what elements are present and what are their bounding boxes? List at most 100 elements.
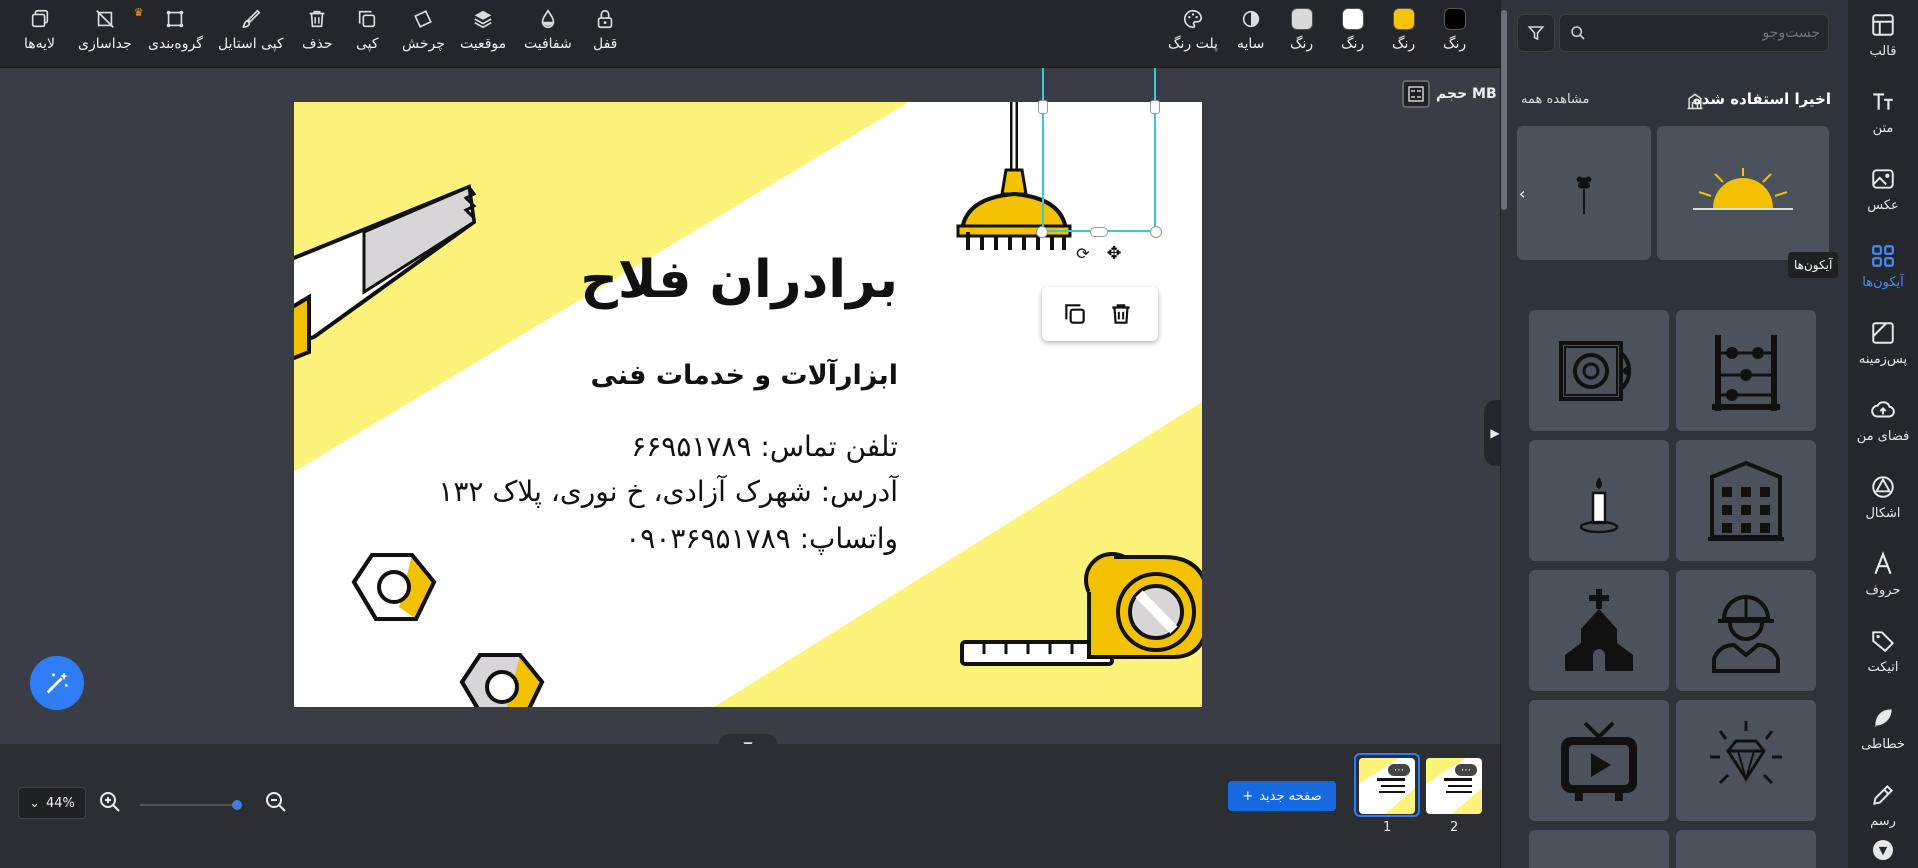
zoom-in-icon[interactable] [98, 790, 122, 814]
scroll-left-icon[interactable]: ‹ [1519, 184, 1525, 203]
rail-draw[interactable]: رسم [1848, 770, 1918, 840]
icon-tile-worker[interactable] [1676, 570, 1816, 691]
search-icon [1571, 26, 1585, 40]
icon-tile-church[interactable] [1529, 570, 1669, 691]
layers-button[interactable]: لایه‌ها [24, 8, 55, 60]
abacus-icon [1712, 334, 1780, 411]
icon-tile-tv[interactable] [1529, 700, 1669, 821]
context-toolbar [1042, 287, 1158, 341]
zoom-select[interactable]: ⌄ 44% [18, 787, 86, 819]
plus-icon: + [1242, 788, 1254, 804]
palette-button[interactable]: پلت رنگ [1168, 8, 1218, 60]
rail-calligraphy[interactable]: خطاطی [1848, 693, 1918, 763]
text-icon [1873, 92, 1893, 110]
brush-icon [242, 9, 261, 29]
rail-my-space[interactable]: فضای من [1848, 385, 1918, 455]
icon-tile-candle[interactable] [1529, 440, 1669, 561]
zoom-slider-thumb[interactable] [232, 800, 242, 810]
icon-tile-abacus[interactable] [1676, 310, 1816, 431]
card-title[interactable]: برادران فلاح [580, 254, 898, 306]
selection-box[interactable] [1042, 68, 1156, 232]
lock-button[interactable]: قفل [593, 8, 617, 60]
page-1-more-icon[interactable]: ⋯ [1388, 764, 1410, 776]
nut-illustration-2 [459, 653, 545, 707]
flower-icon [1576, 176, 1592, 214]
color-swatch-box [1392, 8, 1415, 30]
page-number-1: 1 [1383, 820, 1392, 835]
tag-icon [1872, 630, 1895, 652]
color-swatch-2[interactable]: رنگ [1392, 8, 1415, 60]
color-swatch-1[interactable]: رنگ [1443, 8, 1466, 60]
resize-handle-bottom[interactable] [1090, 227, 1108, 237]
recent-tile-flower[interactable] [1517, 126, 1651, 260]
rail-text[interactable]: متن [1848, 77, 1918, 147]
color-swatch-4[interactable]: رنگ [1290, 8, 1313, 60]
assets-panel: اخیرا استفاده شده مشاهده همه ‹ [1500, 0, 1848, 868]
calculator-icon [1402, 80, 1430, 108]
recent-tile-sunrise[interactable] [1657, 126, 1829, 260]
icon-tile-partial-1[interactable] [1529, 830, 1669, 868]
rotate-handle-icon[interactable]: ⟳ [1070, 240, 1096, 266]
ungroup-button[interactable]: جداسازی ♛ [78, 6, 144, 60]
chevron-down-icon: ⌄ [29, 795, 40, 811]
duplicate-icon[interactable] [1062, 301, 1088, 327]
icon-tile-partial-2[interactable] [1676, 830, 1816, 868]
group-icon [167, 10, 184, 28]
trash-icon [309, 10, 325, 28]
opacity-button[interactable]: شفافیت [524, 8, 572, 60]
new-page-button[interactable]: + صفحه جدید [1228, 781, 1336, 811]
cloud-upload-icon [1871, 400, 1895, 417]
scroll-down-icon[interactable]: ▼ [1873, 840, 1893, 860]
card-whatsapp[interactable]: واتساپ: ۰۹۰۳۶۹۵۱۷۸۹ [625, 522, 898, 555]
search-box[interactable] [1559, 14, 1829, 52]
rail-background[interactable]: پس‌زمینه [1848, 308, 1918, 378]
move-handle-icon[interactable]: ✥ [1101, 240, 1127, 266]
crown-icon: ♛ [133, 6, 144, 19]
icon-tile-safe[interactable] [1529, 310, 1669, 431]
rail-icons[interactable]: آیکون‌ها [1848, 231, 1918, 301]
rail-templates[interactable]: قالب [1848, 0, 1918, 70]
magic-wand-button[interactable] [30, 656, 84, 710]
resize-handle-bl[interactable] [1036, 226, 1048, 238]
top-toolbar: لایه‌ها جداسازی ♛ گروه‌بندی کپی استایل ح… [0, 0, 1500, 68]
filter-button[interactable] [1517, 14, 1555, 52]
icon-tile-diamond[interactable] [1676, 700, 1816, 821]
copy-style-button[interactable]: کپی استایل [218, 8, 284, 60]
rotate-icon [414, 10, 433, 28]
card-phone[interactable]: تلفن تماس: ۶۶۹۵۱۷۸۹ [631, 430, 898, 463]
group-button[interactable]: گروه‌بندی [148, 8, 203, 60]
search-input[interactable] [1594, 15, 1820, 51]
icon-tile-building[interactable] [1676, 440, 1816, 561]
resize-handle-left[interactable] [1038, 100, 1048, 114]
color-swatch-3[interactable]: رنگ [1341, 8, 1364, 60]
resize-handle-br[interactable] [1150, 226, 1162, 238]
shadow-button[interactable]: سایه [1237, 8, 1264, 60]
zoom-slider-track[interactable] [140, 804, 240, 806]
rail-photo[interactable]: عکس [1848, 154, 1918, 224]
delete-element-icon[interactable] [1108, 301, 1134, 327]
copy-button[interactable]: کپی [356, 8, 379, 60]
color-swatch-box [1290, 8, 1313, 30]
page-number-2: 2 [1450, 820, 1459, 835]
zoom-out-icon[interactable] [264, 790, 288, 814]
building-icon [1687, 93, 1703, 110]
card-subtitle[interactable]: ابزارآلات و خدمات فنی [590, 360, 898, 391]
feather-icon [1874, 708, 1892, 728]
card-address[interactable]: آدرس: شهرک آزادی، خ نوری، پلاک ۱۳۲ [438, 475, 898, 508]
delete-button[interactable]: حذف [302, 8, 333, 60]
rail-letters[interactable]: حروف [1848, 539, 1918, 609]
stack-icon [474, 10, 492, 29]
resize-handle-right[interactable] [1150, 100, 1160, 114]
image-icon [1872, 168, 1894, 189]
rotate-button[interactable]: چرخش [402, 8, 445, 60]
drop-icon [541, 9, 555, 28]
size-indicator[interactable]: حجم MB [1402, 80, 1497, 108]
position-button[interactable]: موقعیت [460, 8, 506, 60]
rail-labels[interactable]: اتیکت [1848, 616, 1918, 686]
panel-scrollbar[interactable] [1501, 10, 1507, 210]
rail-shapes[interactable]: اشکال [1848, 462, 1918, 532]
filter-icon [1527, 26, 1545, 41]
tooltip: آیکون‌ها [1788, 252, 1839, 278]
page-2-more-icon[interactable]: ⋯ [1455, 764, 1477, 776]
see-all-link[interactable]: مشاهده همه [1521, 92, 1590, 107]
